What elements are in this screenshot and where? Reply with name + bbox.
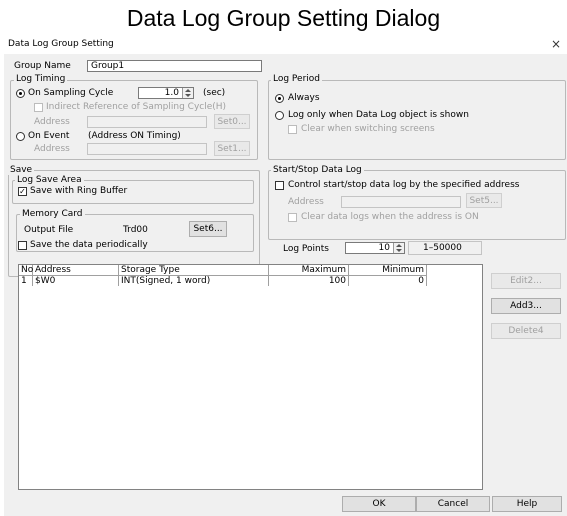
save-legend: Save <box>8 165 35 175</box>
start-stop-address-label: Address <box>288 197 324 207</box>
column-header-maximum[interactable]: Maximum <box>269 265 349 276</box>
ring-buffer-label: Save with Ring Buffer <box>30 186 128 196</box>
column-header-minimum[interactable]: Minimum <box>349 265 427 276</box>
set1-button[interactable]: Set1... <box>214 141 250 156</box>
clear-logs-checkbox[interactable] <box>288 213 297 222</box>
indirect-label: Indirect Reference of Sampling Cycle(H) <box>46 102 227 112</box>
table-row[interactable]: 1 $W0 INT(Signed, 1 word) 100 0 <box>19 276 427 286</box>
memory-card-legend: Memory Card <box>20 209 85 219</box>
log-points-value: 10 <box>378 243 390 253</box>
title-bar: Data Log Group Setting × <box>4 36 567 54</box>
on-event-hint: (Address ON Timing) <box>88 131 181 141</box>
periodic-checkbox[interactable] <box>18 241 27 250</box>
edit-button[interactable]: Edit2... <box>491 273 561 289</box>
event-address-input[interactable] <box>87 143 207 155</box>
set5-button[interactable]: Set5... <box>466 193 502 208</box>
column-header-no[interactable]: No. <box>19 265 36 276</box>
help-button[interactable]: Help <box>492 496 562 512</box>
clear-switch-label: Clear when switching screens <box>301 124 435 134</box>
log-points-range: 1–50000 <box>408 241 482 255</box>
sampling-cycle-input[interactable]: 1.0 <box>138 87 194 99</box>
log-when-shown-label: Log only when Data Log object is shown <box>288 110 469 120</box>
on-event-label: On Event <box>28 131 70 141</box>
column-header-address[interactable]: Address <box>33 265 119 276</box>
log-save-area-legend: Log Save Area <box>15 175 84 185</box>
cell-address: $W0 <box>33 276 119 286</box>
add-button[interactable]: Add3... <box>491 298 561 314</box>
ok-button[interactable]: OK <box>342 496 416 512</box>
clear-logs-label: Clear data logs when the address is ON <box>301 212 479 222</box>
clear-switch-checkbox[interactable] <box>288 125 297 134</box>
cell-maximum: 100 <box>269 276 349 286</box>
control-start-stop-checkbox[interactable] <box>275 181 284 190</box>
sampling-cycle-value: 1.0 <box>164 88 179 98</box>
dialog-window: Data Log Group Setting × Group Name Grou… <box>4 36 567 516</box>
cell-minimum: 0 <box>349 276 427 286</box>
ring-buffer-checkbox[interactable]: ✓ <box>18 187 27 196</box>
log-points-range-text: 1–50000 <box>423 243 462 253</box>
event-address-label: Address <box>34 144 70 154</box>
window-title: Data Log Group Setting <box>8 39 114 49</box>
cell-no: 1 <box>19 276 33 286</box>
log-points-input[interactable]: 10 <box>345 242 405 254</box>
log-points-spin-icon[interactable] <box>393 243 404 253</box>
set0-button[interactable]: Set0... <box>214 114 250 129</box>
output-file-label: Output File <box>24 225 74 235</box>
group-name-label: Group Name <box>14 61 71 71</box>
start-stop-address-input[interactable] <box>341 196 461 208</box>
cancel-button[interactable]: Cancel <box>416 496 490 512</box>
indirect-address-input[interactable] <box>87 116 207 128</box>
figure-caption: Data Log Group Setting Dialog <box>126 5 441 31</box>
group-name-value: Group1 <box>91 61 125 71</box>
control-start-stop-label: Control start/stop data log by the speci… <box>288 180 520 190</box>
delete-button[interactable]: Delete4 <box>491 323 561 339</box>
sampling-spin-icon[interactable] <box>182 88 193 98</box>
log-timing-legend: Log Timing <box>14 74 68 84</box>
log-points-label: Log Points <box>283 244 329 254</box>
periodic-label: Save the data periodically <box>30 240 148 250</box>
output-file-value: Trd00 <box>123 225 148 235</box>
indirect-address-label: Address <box>34 117 70 127</box>
log-when-shown-radio[interactable] <box>275 111 284 120</box>
sampling-unit: (sec) <box>203 88 226 98</box>
sampling-cycle-label: On Sampling Cycle <box>28 88 114 98</box>
cell-storage-type: INT(Signed, 1 word) <box>119 276 269 286</box>
log-period-legend: Log Period <box>271 74 322 84</box>
group-name-input[interactable]: Group1 <box>87 60 262 72</box>
set6-button[interactable]: Set6... <box>189 221 227 237</box>
column-header-storage-type[interactable]: Storage Type <box>119 265 269 276</box>
sampling-cycle-radio[interactable] <box>16 89 25 98</box>
always-label: Always <box>288 93 320 103</box>
data-table[interactable]: No. Address Storage Type Maximum Minimum… <box>18 264 483 490</box>
indirect-checkbox[interactable] <box>34 103 43 112</box>
start-stop-legend: Start/Stop Data Log <box>271 165 364 175</box>
on-event-radio[interactable] <box>16 132 25 141</box>
close-icon[interactable]: × <box>551 37 561 51</box>
always-radio[interactable] <box>275 94 284 103</box>
